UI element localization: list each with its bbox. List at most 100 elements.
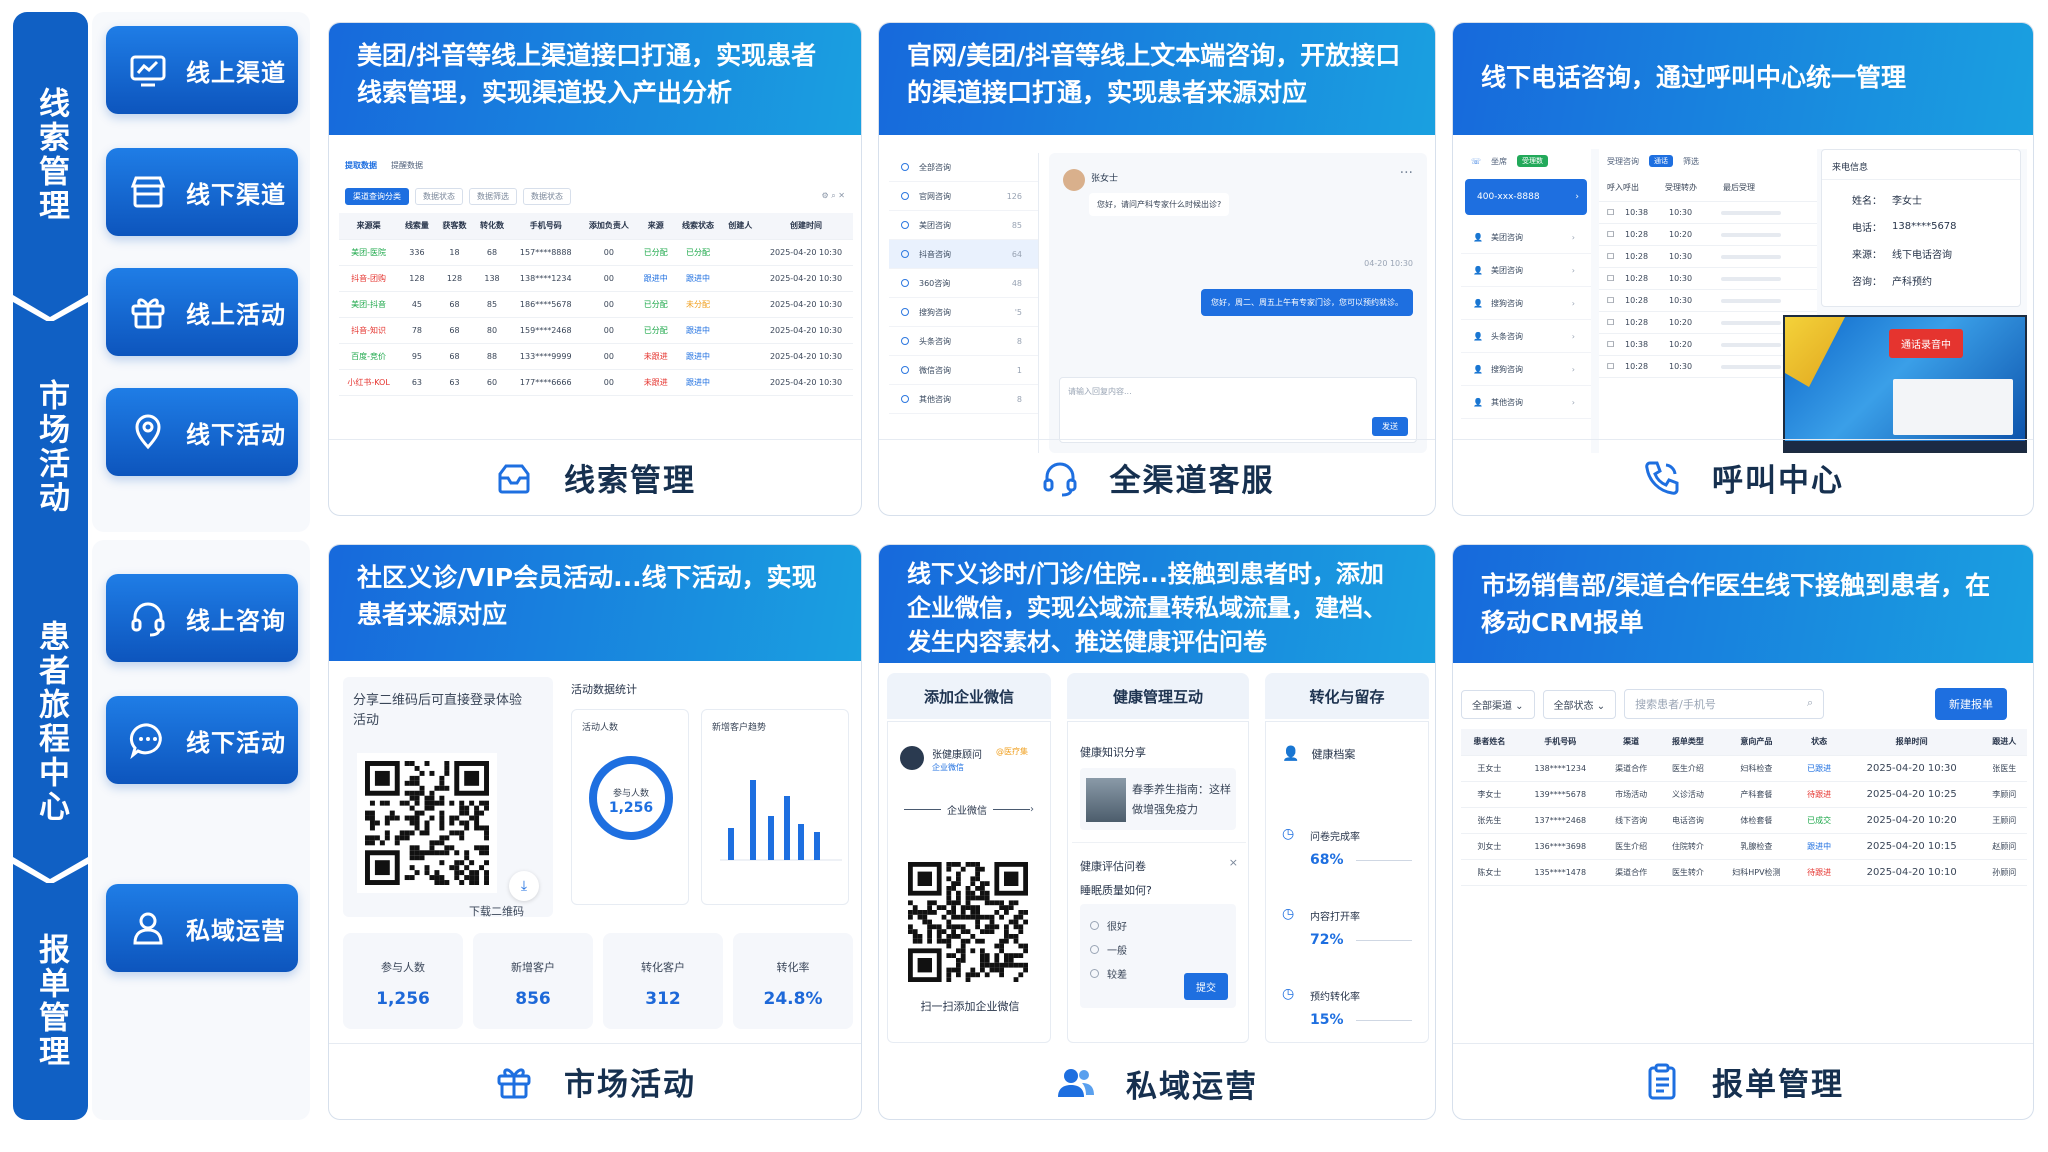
- call-side-item[interactable]: 👤 其他咨询 ›: [1461, 386, 1591, 419]
- filter-tab[interactable]: 数据筛选: [469, 187, 517, 205]
- qr-module: [365, 815, 370, 821]
- consult-channel-item[interactable]: 微信咨询 1: [889, 356, 1038, 385]
- checkbox[interactable]: ☐: [1607, 252, 1625, 261]
- survey-option[interactable]: 较差: [1090, 966, 1127, 981]
- consult-channel-item[interactable]: 搜狗咨询 '5: [889, 298, 1038, 327]
- survey-option[interactable]: 一般: [1090, 942, 1127, 957]
- close-icon[interactable]: ×: [1229, 856, 1238, 869]
- qr-finder: [374, 860, 390, 876]
- qr-module: [917, 938, 923, 944]
- filter-tab[interactable]: 数据状态: [415, 187, 463, 205]
- consult-channel-item[interactable]: 抖音咨询 64: [889, 240, 1038, 269]
- reply-input[interactable]: 请输入回复内容... 发送: [1059, 377, 1417, 443]
- call-side-item[interactable]: 👤 头条咨询 ›: [1461, 320, 1591, 353]
- nav-item-offline-activity-2[interactable]: 线下活动: [106, 696, 298, 784]
- checkbox[interactable]: ☐: [1607, 274, 1625, 283]
- filter-tab[interactable]: 渠道查询分类: [345, 187, 409, 205]
- kpi-label: 转化客户: [641, 961, 685, 974]
- call-record-row[interactable]: ☐ 10:28 10:30: [1599, 290, 1817, 312]
- nav-item-offline-activity[interactable]: 线下活动: [106, 388, 298, 476]
- call-side-item[interactable]: 👤 美团咨询 ›: [1461, 254, 1591, 287]
- mid-tab[interactable]: 筛选: [1683, 156, 1699, 167]
- checkbox[interactable]: ☐: [1607, 340, 1625, 349]
- table-row[interactable]: 陈女士 135****1478 渠道合作 医生转介 妇科HPV检测 待跟进 2025-04-…: [1461, 859, 2027, 885]
- qr-module: [474, 825, 480, 831]
- download-icon[interactable]: ⤓: [509, 871, 539, 901]
- checkbox[interactable]: ☐: [1607, 208, 1625, 217]
- qr-module: [439, 795, 445, 801]
- consult-channel-item[interactable]: 官网咨询 126: [889, 182, 1038, 211]
- qr-share-panel: 分享二维码后可直接登录体验活动 ⤓ 下载二维码: [343, 677, 553, 918]
- left-tab[interactable]: 坐席: [1491, 156, 1507, 167]
- qr-module: [419, 830, 425, 836]
- survey-option[interactable]: 很好: [1090, 918, 1127, 933]
- status-filter[interactable]: 全部状态 ⌄: [1542, 689, 1617, 719]
- qr-module: [439, 825, 445, 831]
- channel-filter[interactable]: 全部渠道 ⌄: [1461, 689, 1535, 719]
- left-tab-badge[interactable]: 受理数: [1517, 155, 1549, 167]
- qr-module: [951, 910, 956, 915]
- qr-module: [434, 850, 440, 856]
- call-record-row[interactable]: ☐ 10:38 10:30: [1599, 202, 1817, 224]
- consult-channel-item[interactable]: 美团咨询 85: [889, 211, 1038, 240]
- checkbox[interactable]: ☐: [1607, 318, 1625, 327]
- nav-item-offline-channel[interactable]: 线下渠道: [106, 148, 298, 236]
- filter-tab[interactable]: 数据状态: [523, 187, 571, 205]
- call-time: 10:30: [1669, 274, 1693, 283]
- qr-module: [984, 881, 990, 886]
- consult-channel-item[interactable]: 360咨询 48: [889, 269, 1038, 298]
- table-row[interactable]: 张先生 137****2468 线下咨询 电话咨询 体检套餐 已成交 2025-04-20 …: [1461, 807, 2027, 833]
- checkbox[interactable]: ☐: [1607, 296, 1625, 305]
- submit-button[interactable]: 提交: [1184, 973, 1228, 1000]
- hotline-item[interactable]: 400-xxx-8888 ›: [1465, 179, 1587, 215]
- nav-item-online-activity[interactable]: 线上活动: [106, 268, 298, 356]
- table-row[interactable]: 王女士 138****1234 渠道合作 医生介绍 妇科检查 已跟进 2025-04-20 …: [1461, 755, 2027, 781]
- mid-tab[interactable]: 受理咨询: [1607, 156, 1639, 167]
- more-icon[interactable]: ···: [1400, 165, 1413, 181]
- health-record[interactable]: 👤 健康档案: [1282, 746, 1355, 762]
- column-header: 意向产品: [1716, 729, 1797, 755]
- nav-item-online-channel[interactable]: 线上渠道: [106, 26, 298, 114]
- qr-module: [946, 862, 952, 867]
- checkbox[interactable]: ☐: [1607, 230, 1625, 239]
- send-button[interactable]: 发送: [1372, 417, 1408, 436]
- gift-icon: [131, 298, 165, 329]
- qr-code[interactable]: [357, 753, 497, 893]
- tab-extract-data[interactable]: 提取数据: [345, 160, 377, 171]
- table-row[interactable]: 抖音-团购 128 128 138 138****1234 00 跟进中 跟进中 2025-04…: [339, 265, 853, 291]
- checkbox[interactable]: ☐: [1607, 362, 1625, 371]
- search-input[interactable]: 搜索患者/手机号 ⌕: [1624, 689, 1825, 719]
- consult-channel-item[interactable]: 全部咨询: [889, 153, 1038, 182]
- wechat-qr-code[interactable]: [908, 862, 1028, 982]
- table-cell: 00: [603, 351, 614, 361]
- table-row[interactable]: 小红书-KOL 63 63 60 177****6666 00 未跟进 跟进中 2025-04-…: [339, 369, 853, 395]
- call-record-row[interactable]: ☐ 10:28 10:30: [1599, 246, 1817, 268]
- table-row[interactable]: 美团-医院 336 18 68 157****8888 00 已分配 已分配 2025-04-2…: [339, 239, 853, 265]
- consult-channel-item[interactable]: 头条咨询 8: [889, 327, 1038, 356]
- nav-item-online-consult[interactable]: 线上咨询: [106, 574, 298, 662]
- table-row[interactable]: 抖音-知识 78 68 80 159****2468 00 已分配 跟进中 2025-04-20…: [339, 317, 853, 343]
- call-side-item[interactable]: 👤 搜狗咨询 ›: [1461, 287, 1591, 320]
- call-side-item[interactable]: 👤 美团咨询 ›: [1461, 221, 1591, 254]
- consult-channel-item[interactable]: 其他咨询 8: [889, 385, 1038, 414]
- table-row[interactable]: 李女士 139****5678 市场活动 义诊活动 产科套餐 待跟进 2025-04-20 …: [1461, 781, 2027, 807]
- tab-reminder-data[interactable]: 提醒数据: [391, 160, 423, 171]
- mid-tab[interactable]: 通话: [1649, 155, 1673, 167]
- qr-module: [459, 870, 465, 876]
- qr-module: [439, 780, 445, 786]
- qr-module: [994, 910, 1000, 915]
- table-cell: [721, 291, 759, 317]
- knowledge-article[interactable]: 春季养生指南：这样做增强免疫力: [1080, 768, 1236, 830]
- card-footer: 私域运营: [879, 1047, 1435, 1119]
- toolbar-icons[interactable]: ⚙ ⌕ ✕: [822, 191, 845, 201]
- clue-table-screenshot: 提取数据 提醒数据 渠道查询分类 数据状态 数据筛选 数据状态 ⚙ ⌕ ✕ 来源…: [339, 153, 853, 453]
- call-side-item[interactable]: 👤 搜狗咨询 ›: [1461, 353, 1591, 386]
- call-record-row[interactable]: ☐ 10:28 10:20: [1599, 224, 1817, 246]
- nav-item-private-domain[interactable]: 私域运营: [106, 884, 298, 972]
- table-row[interactable]: 刘女士 136****3698 医生介绍 住院转介 乳腺检查 跟进中 2025-04-20 …: [1461, 833, 2027, 859]
- table-row[interactable]: 美团-抖音 45 68 85 186****5678 00 已分配 未分配 2025-04-20…: [339, 291, 853, 317]
- table-row[interactable]: 百度-竞价 95 68 88 133****9999 00 未跟进 跟进中 2025-04-20…: [339, 343, 853, 369]
- new-report-button[interactable]: 新建报单: [1935, 688, 2007, 720]
- call-record-row[interactable]: ☐ 10:28 10:30: [1599, 268, 1817, 290]
- qr-module: [434, 785, 440, 791]
